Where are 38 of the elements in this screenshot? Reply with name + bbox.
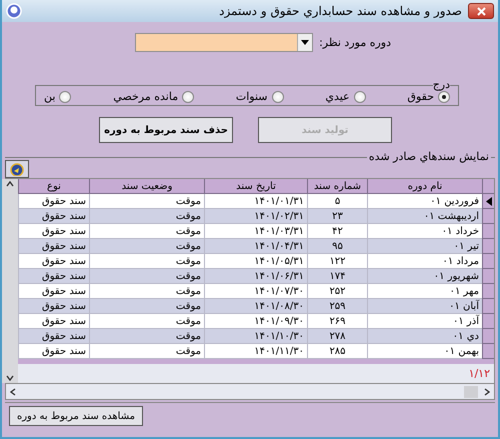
table-row[interactable]: بهمن ۰۱ ۲۸۵ ۱۴۰۱/۱۱/۳۰ موقت سند حقوق (18, 344, 494, 359)
table-row[interactable]: مرداد ۰۱ ۱۲۲ ۱۴۰۱/۰۵/۳۱ موقت سند حقوق (18, 254, 494, 269)
table-row[interactable]: آذر ۰۱ ۲۶۹ ۱۴۰۱/۰۹/۳۰ موقت سند حقوق (18, 314, 494, 329)
close-button[interactable] (468, 3, 494, 19)
record-counter: ۱/۱۲ (468, 366, 491, 382)
close-icon (476, 6, 486, 16)
window-title: صدور و مشاهده سند حسابداري حقوق و دستمزد (218, 4, 462, 18)
radio-option[interactable]: حقوق (407, 90, 450, 103)
period-dropdown[interactable] (135, 32, 314, 52)
dropdown-caret-icon (301, 40, 310, 44)
table-row[interactable]: تير ۰۱ ۹۵ ۱۴۰۱/۰۴/۳۱ موقت سند حقوق (18, 239, 494, 254)
toolbar-button[interactable] (5, 160, 29, 178)
horizontal-scrollbar[interactable] (5, 384, 495, 400)
app-icon (6, 3, 22, 19)
table-row[interactable]: فروردين ۰۱ ۵ ۱۴۰۱/۰۱/۳۱ موقت سند حقوق (18, 194, 494, 209)
table-row[interactable]: خرداد ۰۱ ۴۲ ۱۴۰۱/۰۳/۳۱ موقت سند حقوق (18, 224, 494, 239)
radio-option[interactable]: مانده مرخصي (113, 90, 194, 103)
view-document-button[interactable]: مشاهده سند مربوط به دوره (9, 406, 143, 426)
scroll-up-icon[interactable] (6, 181, 14, 187)
scroll-left-icon[interactable] (10, 388, 16, 396)
table-row[interactable]: آبان ۰۱ ۲۵۹ ۱۴۰۱/۰۸/۳۰ موقت سند حقوق (18, 299, 494, 314)
radio-option[interactable]: سنوات (236, 90, 284, 103)
group-legend: نمايش سندهاي صادر شده (366, 150, 491, 164)
action-button[interactable]: حذف سند مربوط به دوره (99, 117, 233, 143)
radio-option[interactable]: عيدي (325, 90, 366, 103)
table-row[interactable]: شهريور ۰۱ ۱۷۴ ۱۴۰۱/۰۶/۳۱ موقت سند حقوق (18, 269, 494, 284)
table-row[interactable]: مهر ۰۱ ۲۵۲ ۱۴۰۱/۰۷/۳۰ موقت سند حقوق (18, 284, 494, 299)
current-row-icon (486, 196, 492, 206)
table-row[interactable]: ارديبهشت ۰۱ ۲۳ ۱۴۰۱/۰۲/۳۱ موقت سند حقوق (18, 209, 494, 224)
scroll-right-icon[interactable] (484, 388, 490, 396)
vertical-scrollbar[interactable] (2, 179, 18, 383)
scroll-thumb[interactable] (464, 386, 478, 398)
radio-option[interactable]: بن (44, 90, 72, 103)
table-row[interactable]: دي ۰۱ ۲۷۸ ۱۴۰۱/۱۰/۳۰ موقت سند حقوق (18, 329, 494, 344)
scroll-down-icon[interactable] (6, 375, 14, 381)
group-legend: درج (432, 80, 450, 90)
row-selector[interactable] (482, 194, 494, 209)
period-label: دوره مورد نظر: (319, 36, 391, 48)
